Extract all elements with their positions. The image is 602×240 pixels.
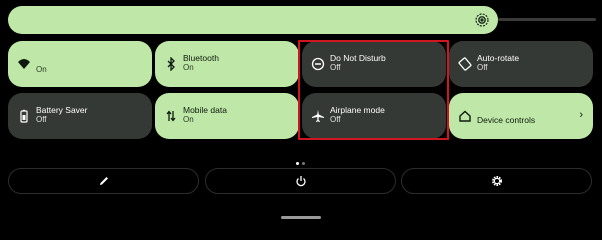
brightness-slider[interactable] [8,6,596,34]
settings-icon [491,176,502,186]
page-dot-active [296,162,299,165]
edit-button[interactable] [8,168,199,194]
edit-icon [99,177,108,185]
home-icon [459,110,471,122]
tile-bluetooth[interactable]: Bluetooth On [155,41,299,87]
tile-label: Device controls [477,115,536,125]
selection-highlight [298,40,449,140]
navigation-handle[interactable] [281,216,321,219]
brightness-slider-fill [8,6,498,34]
tile-device-controls[interactable]: Device controls › [449,93,593,139]
tile-battery-saver[interactable]: Battery Saver Off [8,93,152,139]
brightness-slider-track [498,18,596,21]
tile-auto-rotate[interactable]: Auto-rotate Off [449,41,593,87]
tile-label: Battery Saver [36,105,88,115]
wifi-icon [18,59,30,69]
auto-rotate-icon [458,57,472,71]
tile-state: Off [477,63,488,72]
tile-state: On [183,115,194,124]
settings-button[interactable] [401,168,592,194]
page-dot [302,162,305,165]
brightness-icon [475,13,489,27]
tile-label: Mobile data [183,105,227,115]
tile-mobile-data[interactable]: Mobile data On [155,93,299,139]
tile-label: Bluetooth [183,53,219,63]
bluetooth-icon [167,57,175,71]
chevron-right-icon: › [579,109,583,121]
battery-saver-icon [20,109,28,123]
power-icon [295,176,306,187]
tile-state: On [183,63,194,72]
tile-state: Off [36,115,47,124]
tile-state: On [36,65,47,74]
tile-wifi[interactable]: On [8,41,152,87]
power-button[interactable] [205,168,396,194]
mobile-data-icon [166,110,176,122]
tile-label: Auto-rotate [477,53,520,63]
